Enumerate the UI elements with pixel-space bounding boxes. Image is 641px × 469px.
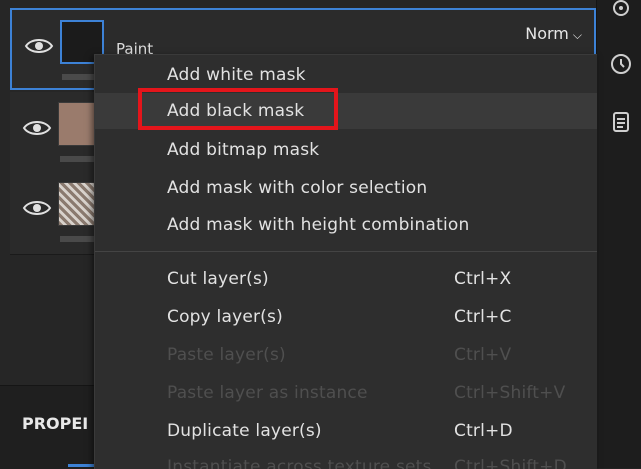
menu-item-add-mask-color-selection[interactable]: Add mask with color selection	[95, 170, 597, 206]
menu-item-duplicate-layers[interactable]: Duplicate layer(s) Ctrl+D	[95, 413, 597, 449]
menu-item-copy-layers[interactable]: Copy layer(s) Ctrl+C	[95, 299, 597, 335]
menu-item-add-black-mask[interactable]: Add black mask	[95, 93, 597, 129]
menu-item-add-white-mask[interactable]: Add white mask	[95, 57, 597, 93]
menu-item-label: Copy layer(s)	[167, 307, 283, 327]
properties-title: PROPEI	[22, 414, 89, 433]
menu-separator	[95, 251, 597, 252]
menu-item-label: Add black mask	[167, 101, 305, 121]
menu-item-cut-layers[interactable]: Cut layer(s) Ctrl+X	[95, 261, 597, 297]
menu-item-add-bitmap-mask[interactable]: Add bitmap mask	[95, 132, 597, 168]
menu-item-label: Duplicate layer(s)	[167, 421, 322, 441]
properties-tab-indicator	[68, 464, 96, 467]
menu-item-label: Add mask with color selection	[167, 178, 428, 198]
menu-item-shortcut: Ctrl+D	[454, 421, 513, 441]
eye-icon[interactable]	[22, 116, 52, 140]
history-icon[interactable]	[609, 52, 633, 76]
menu-item-shortcut: Ctrl+V	[454, 345, 512, 365]
menu-item-shortcut: Ctrl+Shift+D	[454, 457, 567, 469]
menu-item-shortcut: Ctrl+Shift+V	[454, 383, 566, 403]
menu-item-add-mask-height-combination[interactable]: Add mask with height combination	[95, 207, 597, 243]
menu-item-paste-layers: Paste layer(s) Ctrl+V	[95, 337, 597, 373]
menu-item-label: Paste layer as instance	[167, 383, 368, 403]
blend-mode-value: Norm	[525, 24, 569, 43]
eye-icon[interactable]	[24, 34, 54, 58]
blend-mode-dropdown[interactable]: Norm ⌵	[525, 24, 582, 43]
menu-item-shortcut: Ctrl+C	[454, 307, 512, 327]
menu-item-shortcut: Ctrl+X	[454, 269, 512, 289]
menu-item-label: Add mask with height combination	[167, 215, 470, 235]
menu-item-label: Paste layer(s)	[167, 345, 286, 365]
settings-icon[interactable]	[609, 0, 633, 24]
layer-context-menu: Add white mask Add black mask Add bitmap…	[94, 54, 597, 469]
menu-item-label: Add white mask	[167, 65, 306, 85]
eye-icon[interactable]	[22, 196, 52, 220]
menu-item-paste-layer-as-instance: Paste layer as instance Ctrl+Shift+V	[95, 375, 597, 411]
menu-item-instantiate-across-texture-sets: Instantiate across texture sets Ctrl+Shi…	[95, 449, 597, 469]
menu-item-label: Add bitmap mask	[167, 140, 320, 160]
chevron-down-icon: ⌵	[572, 28, 582, 42]
menu-item-label: Instantiate across texture sets	[167, 457, 432, 469]
clipboard-icon[interactable]	[609, 110, 633, 134]
menu-item-label: Cut layer(s)	[167, 269, 269, 289]
right-toolbar	[596, 0, 641, 468]
